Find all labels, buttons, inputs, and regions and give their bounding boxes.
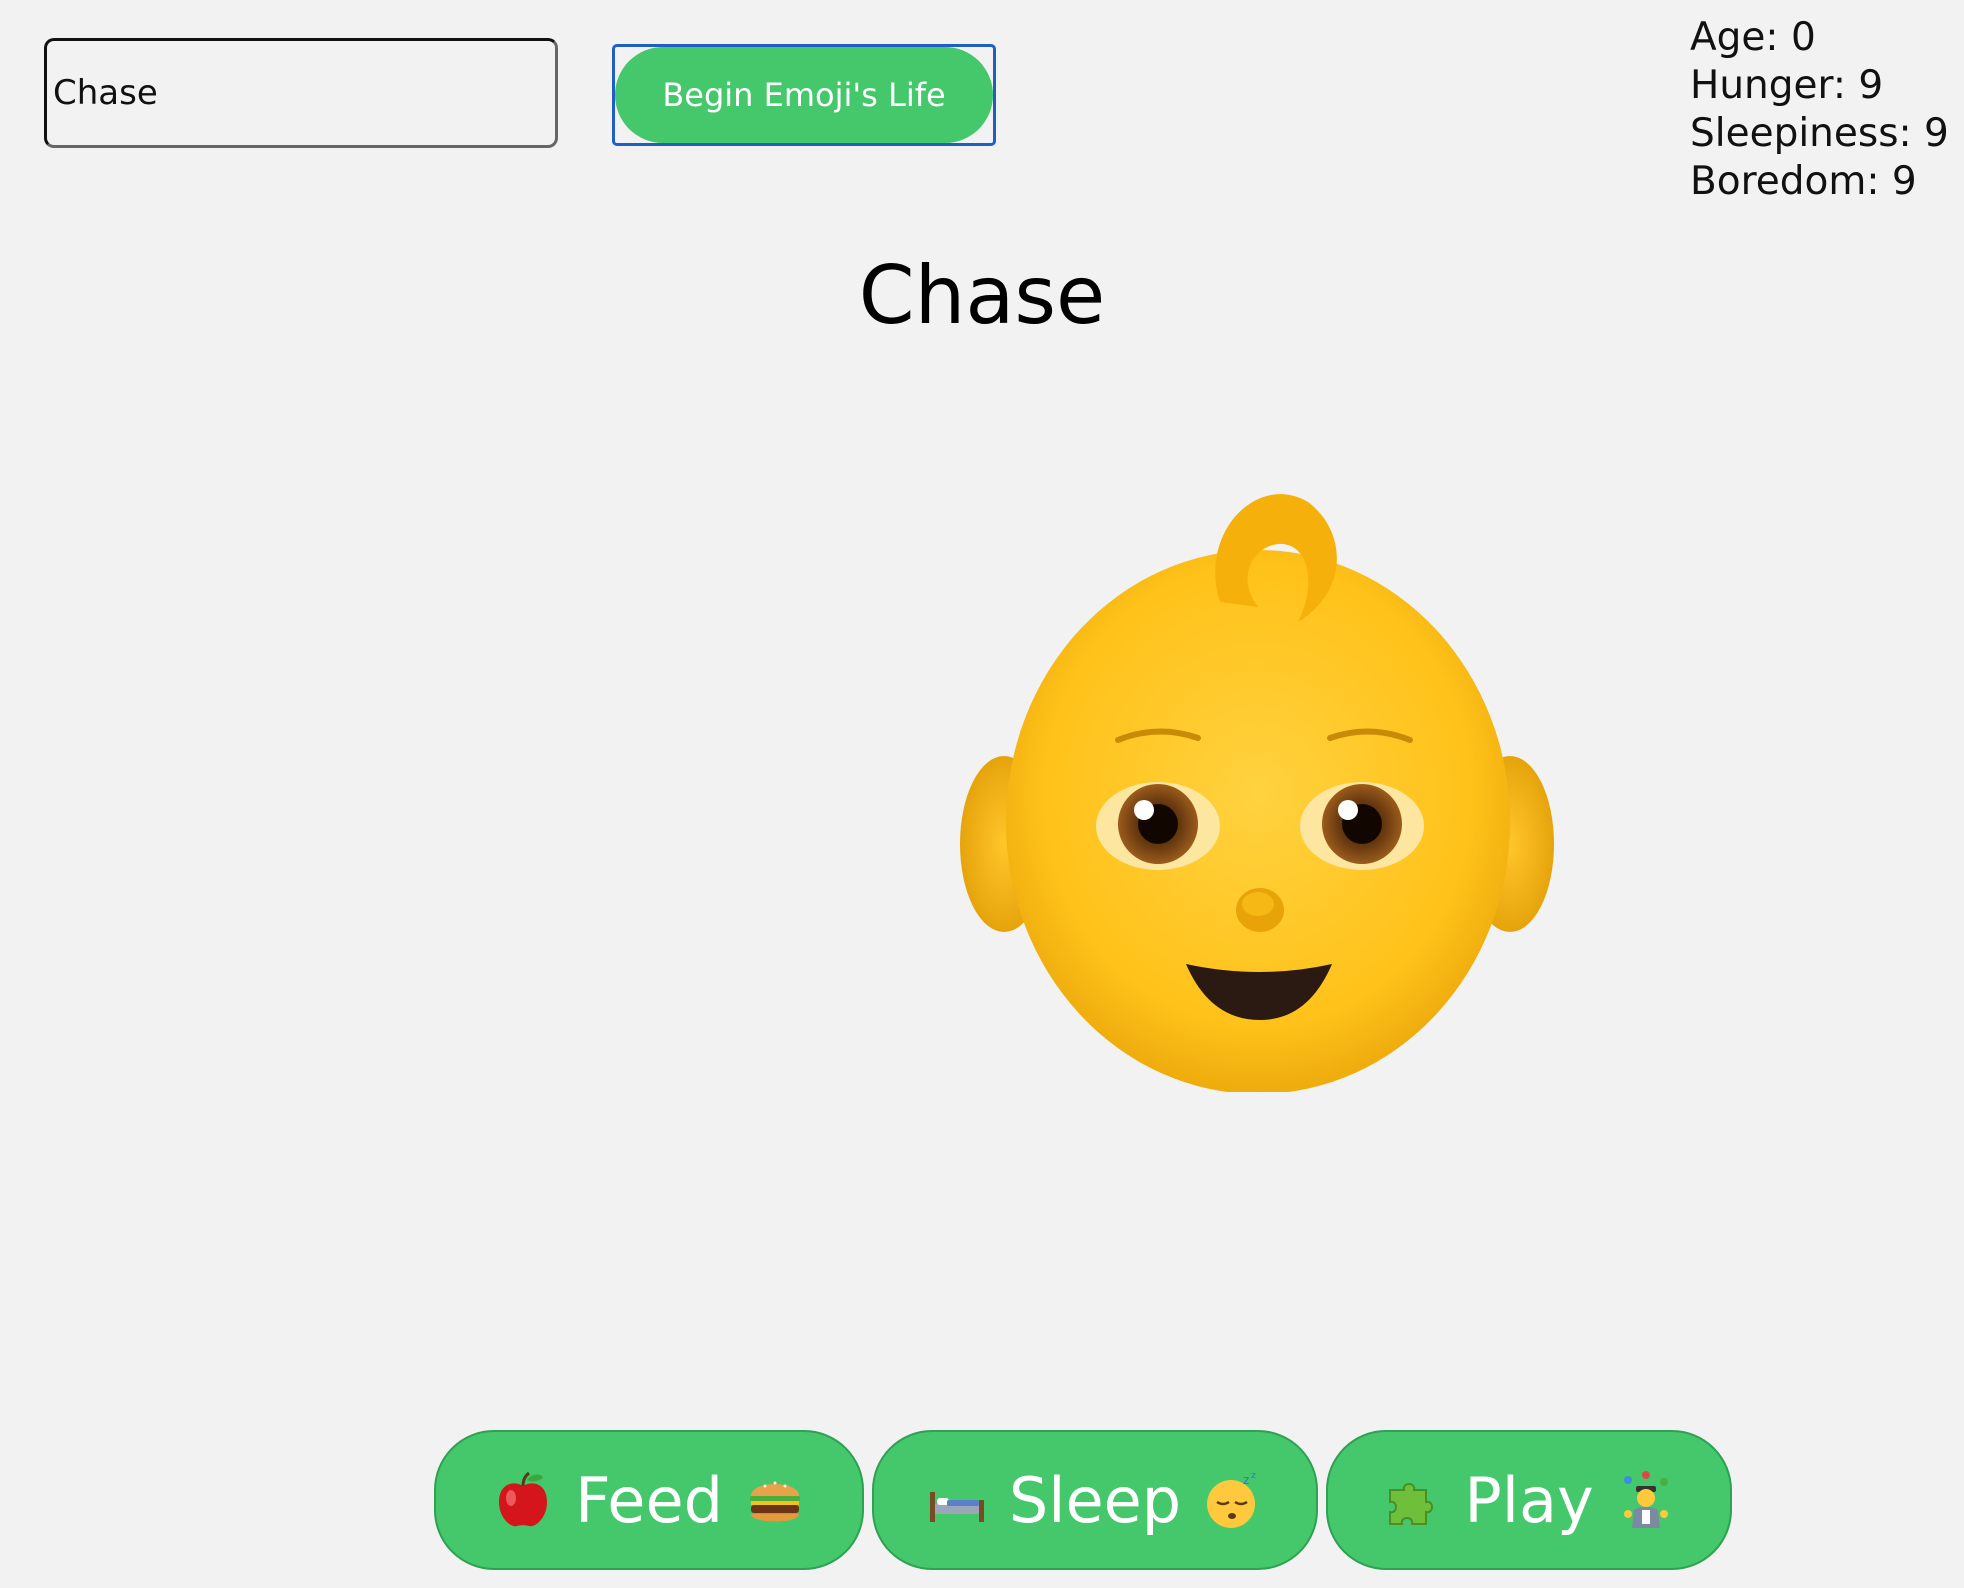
red-apple-icon [499, 1471, 548, 1527]
begin-button-focus-ring: Begin Emoji's Life [612, 44, 996, 146]
pet-name-input[interactable] [44, 38, 558, 148]
emoji-pet-app: Begin Emoji's Life Age: 0 Hunger: 9 Slee… [0, 0, 1964, 1588]
sleeping-face-icon: z z [1207, 1471, 1256, 1528]
svg-text:z: z [1251, 1471, 1256, 1481]
hunger-stat: Hunger: 9 [1690, 63, 1884, 108]
juggler-icon [1623, 1471, 1668, 1528]
play-button[interactable]: Play [1326, 1430, 1732, 1570]
stats-panel: Age: 0 Hunger: 9 Sleepiness: 9 Boredom: … [1690, 14, 1960, 206]
sleepiness-stat: Sleepiness: 9 [1690, 111, 1949, 156]
hamburger-icon [749, 1481, 800, 1522]
baby-face-icon [960, 494, 1554, 1092]
feed-button[interactable]: Feed [434, 1430, 864, 1570]
pet-name-title: Chase [858, 249, 1106, 342]
feed-label: Feed [575, 1463, 723, 1537]
svg-text:z: z [1243, 1473, 1249, 1487]
begin-emoji-life-button[interactable]: Begin Emoji's Life [615, 47, 993, 143]
boredom-stat: Boredom: 9 [1690, 159, 1917, 204]
puzzle-piece-icon [1389, 1483, 1434, 1525]
sleep-label: Sleep [1008, 1463, 1182, 1537]
sleep-button[interactable]: Sleep z z [872, 1430, 1318, 1570]
bed-icon [929, 1492, 984, 1522]
play-label: Play [1464, 1463, 1594, 1537]
age-stat: Age: 0 [1690, 15, 1816, 60]
